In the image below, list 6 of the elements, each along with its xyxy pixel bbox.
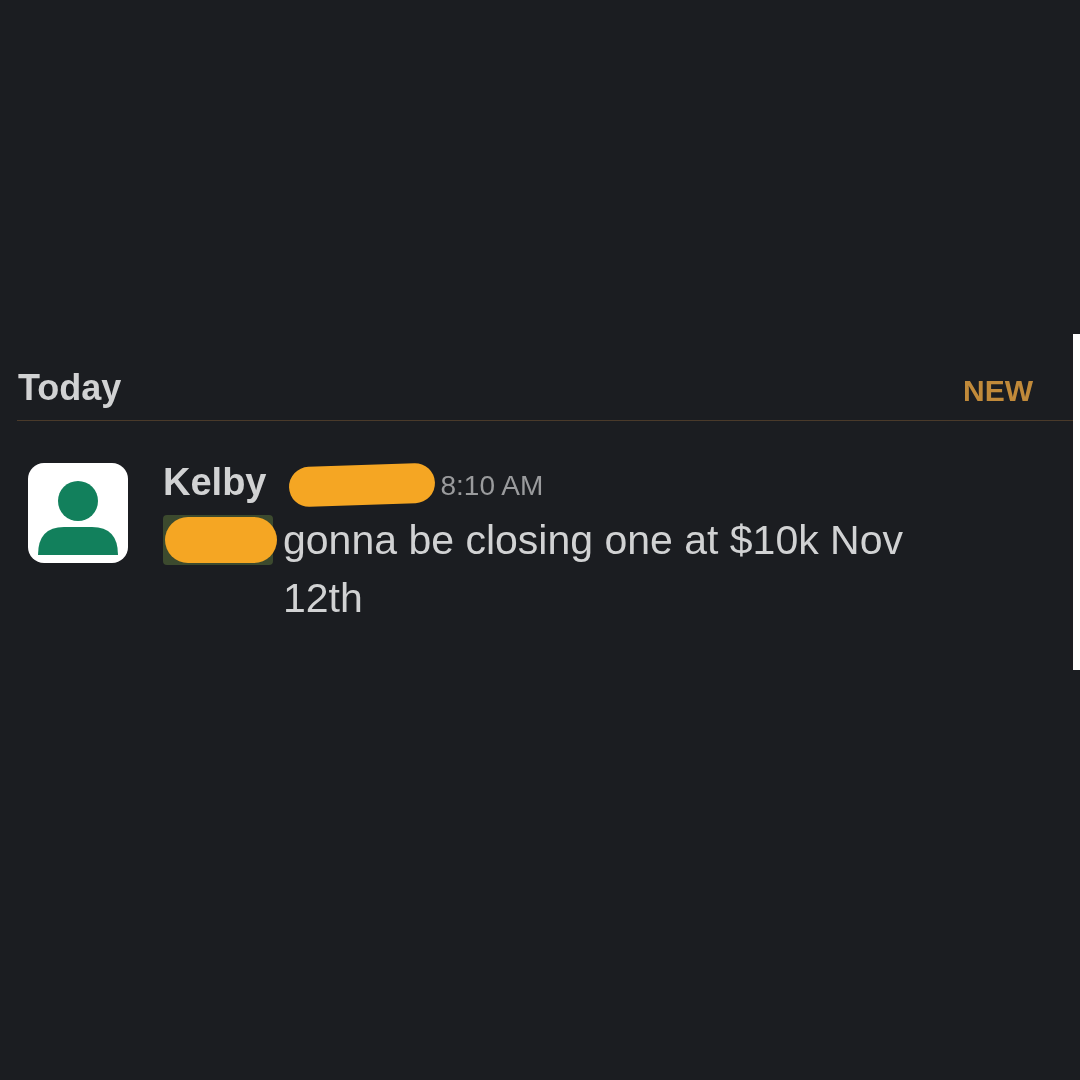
message-text: gonna be closing one at $10k Nov 12th [283, 516, 904, 623]
author-name[interactable]: Kelby [163, 463, 267, 501]
message-time: 8:10 AM [440, 472, 544, 500]
section-title: Today [18, 370, 122, 406]
avatar-icon [28, 463, 128, 563]
new-label: NEW [963, 376, 1033, 406]
